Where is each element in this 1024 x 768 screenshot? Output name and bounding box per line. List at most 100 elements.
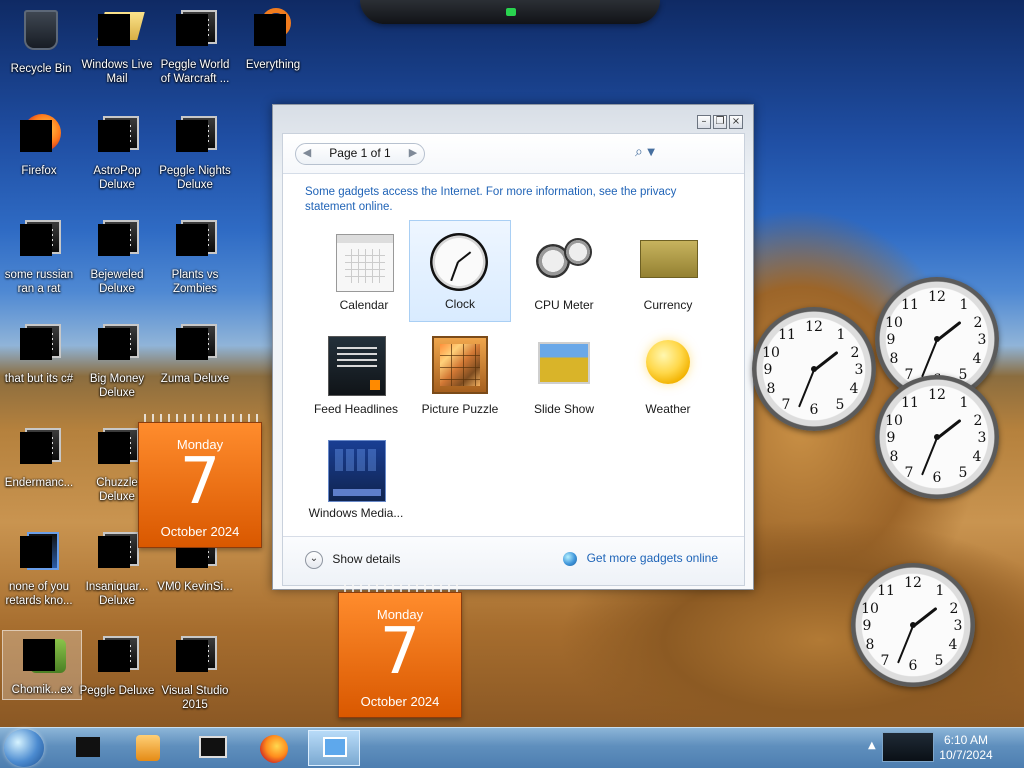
tray-icons[interactable]: [882, 732, 934, 762]
desktop-icon-some-russian[interactable]: some russian ran a rat: [0, 216, 78, 296]
clock-number: 10: [762, 345, 780, 361]
clock-number: 2: [850, 345, 860, 361]
clock-number: 11: [778, 327, 796, 343]
desktop-icon-windows-live-mail[interactable]: Windows Live Mail: [78, 6, 156, 86]
clock-number: 7: [880, 653, 890, 669]
gadget-gallery-window: – ❐ × ◀ Page 1 of 1 ▶ ⌕ ▼ Some gadgets a…: [272, 104, 754, 590]
clock-number: 6: [932, 470, 942, 486]
desktop-icon-recycle-bin[interactable]: Recycle Bin: [2, 6, 80, 76]
chomik-icon: [18, 631, 66, 679]
next-page-button[interactable]: ▶: [406, 146, 420, 159]
clock-gadget[interactable]: 12 1 2 3 4 5 6 7 8 9 10 11: [875, 375, 999, 499]
picture-puzzle-icon: [428, 334, 492, 398]
desktop-icon-plants-vs-zombies[interactable]: Plants vs Zombies: [156, 216, 234, 296]
get-more-gadgets-link[interactable]: Get more gadgets online: [563, 551, 718, 566]
desktop-icon-big-money[interactable]: Big Money Deluxe: [78, 320, 156, 400]
clock-center: [934, 434, 940, 440]
clock-number: 9: [886, 430, 896, 446]
desktop-icon-label: AstroPop Deluxe: [93, 165, 141, 191]
desktop-icon-endermanc[interactable]: Endermanc...: [0, 424, 78, 490]
window-app-icon: [199, 736, 227, 758]
clock-number: 8: [889, 351, 899, 367]
desktop-icon-that-but-its-csharp[interactable]: that but its c#: [0, 320, 78, 386]
chevron-down-icon: ▼: [647, 147, 655, 158]
application-icon: [93, 528, 141, 576]
application-icon: [93, 424, 141, 472]
show-details-toggle[interactable]: ⌄ Show details: [305, 551, 400, 569]
gadget-clock[interactable]: Clock: [409, 220, 511, 322]
gadget-windows-media[interactable]: Windows Media...: [305, 428, 407, 530]
desktop-icon-chomik[interactable]: Chomik...ex: [2, 630, 82, 700]
search-menu-button[interactable]: ⌕ ▼: [635, 144, 669, 162]
clock-number: 1: [935, 583, 945, 599]
desktop-icon-visual-studio-2015[interactable]: Visual Studio 2015: [156, 632, 234, 712]
firefox-icon: [260, 735, 288, 763]
gadget-currency[interactable]: Currency: [617, 220, 719, 322]
gadget-label: Weather: [645, 402, 691, 416]
application-icon: [93, 216, 141, 264]
desktop-icon-label: Peggle Deluxe: [79, 685, 155, 697]
close-button[interactable]: ×: [729, 115, 743, 129]
windows-start-icon[interactable]: [4, 729, 44, 767]
minimize-button[interactable]: –: [697, 115, 711, 129]
application-icon: [171, 320, 219, 368]
calendar-page: Monday 7 October 2024: [138, 422, 262, 548]
black-app-icon: [76, 737, 100, 757]
taskbar-item-black-app[interactable]: [62, 730, 114, 766]
gallery-toolbar: ◀ Page 1 of 1 ▶ ⌕ ▼: [283, 134, 744, 174]
desktop-icon-label: that but its c#: [4, 373, 74, 385]
taskbar-item-gadgets[interactable]: [308, 730, 360, 766]
clock-number: 1: [836, 327, 846, 343]
gadget-slide-show[interactable]: Slide Show: [513, 324, 615, 426]
desktop-icon-label: Zuma Deluxe: [160, 373, 230, 385]
clock-gadget[interactable]: 12 1 2 3 4 5 6 7 8 9 10 11: [752, 307, 876, 431]
clock-number: 10: [885, 315, 903, 331]
calendar-day: 7: [179, 445, 221, 519]
desktop-icon-none-of-you[interactable]: none of you retards kno...: [0, 528, 78, 608]
desktop-icon-label: Recycle Bin: [10, 63, 72, 75]
desktop-icon-astropop[interactable]: AstroPop Deluxe: [78, 112, 156, 192]
privacy-notice[interactable]: Some gadgets access the Internet. For mo…: [305, 185, 705, 215]
clock-number: 6: [809, 402, 819, 418]
clock-number: 6: [908, 658, 918, 674]
currency-icon: [636, 230, 700, 294]
taskbar-item-media[interactable]: [122, 730, 174, 766]
system-tray: ▲ 6:10 AM 10/7/2024: [864, 728, 1024, 768]
taskbar-item-window-app[interactable]: [186, 730, 238, 766]
desktop-icon-peggle-nights[interactable]: Peggle Nights Deluxe: [156, 112, 234, 192]
desktop-icon-peggle-wow[interactable]: Peggle World of Warcraft ...: [156, 6, 234, 86]
calendar-gadget[interactable]: Monday 7 October 2024: [338, 584, 462, 718]
desktop-icon-bejeweled[interactable]: Bejeweled Deluxe: [78, 216, 156, 296]
restore-button[interactable]: ❐: [713, 115, 727, 129]
desktop-icon-peggle-deluxe[interactable]: Peggle Deluxe: [78, 632, 156, 698]
taskbar-item-firefox[interactable]: [248, 730, 300, 766]
clock-number: 4: [972, 449, 982, 465]
recycle-bin-icon: [17, 10, 65, 58]
gadget-picture-puzzle[interactable]: Picture Puzzle: [409, 324, 511, 426]
tray-arrow-icon[interactable]: ▲: [868, 740, 876, 751]
clock-number: 1: [959, 395, 969, 411]
calendar-icon: [332, 230, 396, 294]
desktop-icon-label: Windows Live Mail: [81, 59, 153, 85]
desktop-icon-firefox[interactable]: Firefox: [0, 112, 78, 178]
page-label: Page 1 of 1: [329, 146, 391, 160]
clock-number: 11: [901, 297, 919, 313]
desktop-icon-label: none of you retards kno...: [5, 581, 73, 607]
mail-icon: [93, 6, 145, 54]
desktop-icon-label: Endermanc...: [4, 477, 74, 489]
desktop-icon-label: Firefox: [21, 165, 57, 177]
gadget-feed-headlines[interactable]: Feed Headlines: [305, 324, 407, 426]
get-more-gadgets-label: Get more gadgets online: [586, 551, 718, 565]
desktop-icon-zuma[interactable]: Zuma Deluxe: [156, 320, 234, 386]
gadget-calendar[interactable]: Calendar: [313, 220, 415, 322]
calendar-gadget[interactable]: Monday 7 October 2024: [138, 414, 262, 548]
gadget-label: Currency: [643, 298, 693, 312]
windows-media-icon: [324, 438, 388, 502]
calendar-month: October 2024: [160, 524, 240, 539]
gadget-cpu-meter[interactable]: CPU Meter: [513, 220, 615, 322]
clock-number: 8: [865, 637, 875, 653]
desktop-icon-everything[interactable]: Everything: [234, 6, 312, 72]
system-clock[interactable]: 6:10 AM 10/7/2024: [930, 733, 1002, 763]
clock-gadget[interactable]: 12 1 2 3 4 5 6 7 8 9 10 11: [851, 563, 975, 687]
gadget-weather[interactable]: Weather: [617, 324, 719, 426]
